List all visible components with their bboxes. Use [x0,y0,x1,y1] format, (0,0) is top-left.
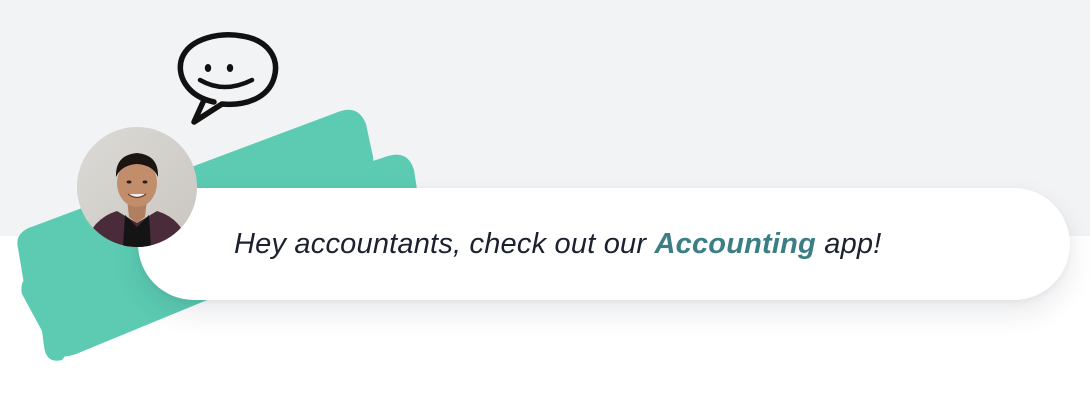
message-bubble: Hey accountants, check out our Accountin… [138,188,1070,300]
message-text-before: Hey accountants, check out our [234,227,655,260]
avatar [77,127,197,247]
promo-message: Hey accountants, check out our Accountin… [234,228,881,261]
accounting-highlight: Accounting [654,227,816,260]
chat-bubble-smile-icon [177,32,279,125]
profile-photo [77,127,197,247]
message-text-after: app! [815,227,882,260]
